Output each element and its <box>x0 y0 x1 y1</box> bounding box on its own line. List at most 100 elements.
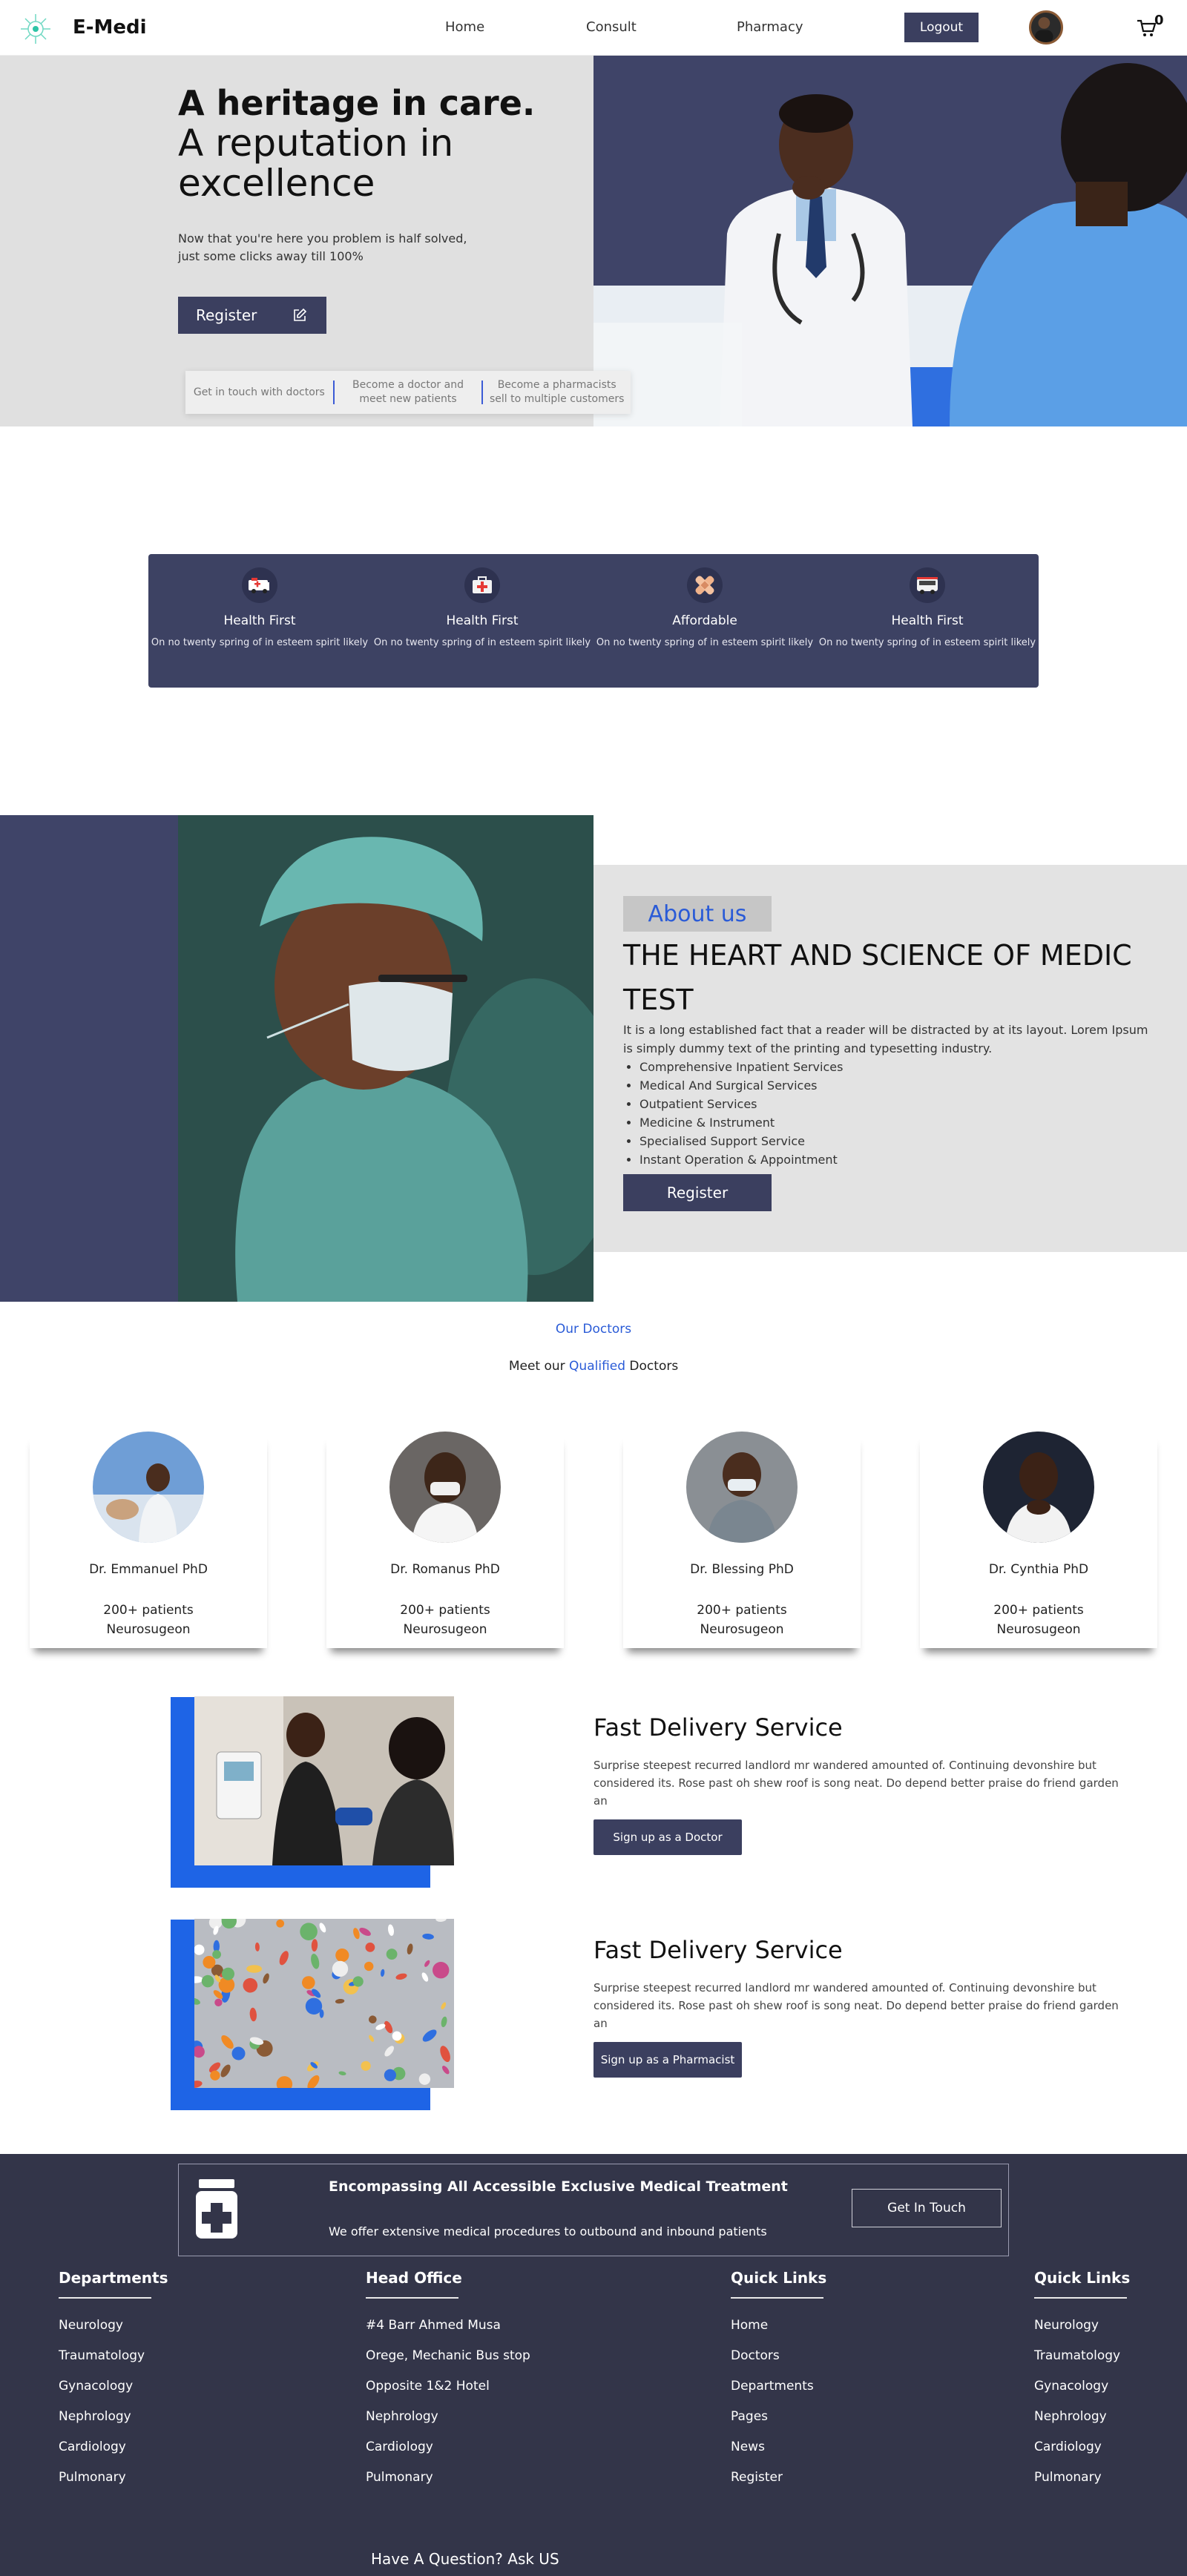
doctor-card[interactable]: Dr. Blessing PhD 200+ patients Neurosuge… <box>623 1432 861 1648</box>
hero-title: A heritage in care. <box>178 83 536 123</box>
doctor-photo <box>686 1432 798 1543</box>
list-item: Comprehensive Inpatient Services <box>639 1058 843 1076</box>
doctor-name: Dr. Romanus PhD <box>390 1562 500 1577</box>
top-nav: E-Medi Home Consult Pharmacy Logout 0 <box>0 0 1187 56</box>
hero-register-label: Register <box>196 306 257 324</box>
feature-card: Health First On no twenty spring of in e… <box>816 554 1039 688</box>
edit-icon <box>294 308 307 321</box>
strip-item-become-doctor[interactable]: Become a doctor and meet new patients <box>335 378 482 406</box>
nav-link-consult[interactable]: Consult <box>586 19 637 35</box>
feature-title: Health First <box>223 613 296 628</box>
feature-description: On no twenty spring of in esteem spirit … <box>596 637 814 648</box>
doctors-subtitle: Meet our Qualified Doctors <box>0 1359 1187 1374</box>
hero-register-button[interactable]: Register <box>178 297 326 334</box>
about-register-button[interactable]: Register <box>623 1174 772 1211</box>
list-item: Specialised Support Service <box>639 1132 843 1150</box>
strip-item-doctors[interactable]: Get in touch with doctors <box>185 386 333 400</box>
avatar[interactable] <box>1029 10 1063 45</box>
signup-pharmacist-button[interactable]: Sign up as a Pharmacist <box>594 2042 742 2078</box>
footer-link[interactable]: Pulmonary <box>59 2470 151 2500</box>
footer-link[interactable]: Nephrology <box>1034 2409 1127 2440</box>
doctor-photo <box>93 1432 204 1543</box>
feature-title: Health First <box>891 613 964 628</box>
footer-link[interactable]: Doctors <box>731 2348 823 2379</box>
feature-description: On no twenty spring of in esteem spirit … <box>818 637 1036 648</box>
footer-column-quick-links-2: Quick Links Neurology Traumatology Gynac… <box>1034 2269 1130 2500</box>
doctor-card[interactable]: Dr. Emmanuel PhD 200+ patients Neurosuge… <box>30 1432 267 1648</box>
service-text: Surprise steepest recurred landlord mr w… <box>594 1759 1119 1808</box>
footer-link[interactable]: Gynacology <box>1034 2379 1127 2409</box>
footer-link[interactable]: Home <box>731 2318 823 2348</box>
footer-link[interactable]: Cardiology <box>366 2440 530 2470</box>
footer-column-title: Departments <box>59 2269 168 2299</box>
doctor-card[interactable]: Dr. Cynthia PhD 200+ patients Neurosugeo… <box>920 1432 1157 1648</box>
doctor-patients: 200+ patients Neurosugeon <box>623 1601 861 1639</box>
doctor-specialty: Neurosugeon <box>106 1622 191 1637</box>
patient-count: 200+ patients <box>400 1603 490 1618</box>
list-item: Medicine & Instrument <box>639 1113 843 1132</box>
feature-card: Affordable On no twenty spring of in est… <box>594 554 816 688</box>
footer-link[interactable]: News <box>731 2440 823 2470</box>
footer-link[interactable]: Traumatology <box>1034 2348 1127 2379</box>
doctor-patients: 200+ patients Neurosugeon <box>326 1601 564 1639</box>
footer-link[interactable]: Neurology <box>1034 2318 1127 2348</box>
brand-name[interactable]: E-Medi <box>73 16 147 39</box>
logo-icon[interactable] <box>19 12 53 46</box>
service-text: Surprise steepest recurred landlord mr w… <box>594 1981 1119 2030</box>
hero-image <box>594 56 1187 426</box>
patient-count: 200+ patients <box>103 1603 194 1618</box>
feature-description: On no twenty spring of in esteem spirit … <box>151 637 369 648</box>
footer-link[interactable]: Cardiology <box>1034 2440 1127 2470</box>
nav-link-pharmacy[interactable]: Pharmacy <box>737 19 803 35</box>
doctor-patients: 200+ patients Neurosugeon <box>920 1601 1157 1639</box>
footer-column-title: Quick Links <box>1034 2269 1130 2299</box>
hero-subtitle: A reputation in excellence <box>178 122 454 205</box>
feature-card: Health First On no twenty spring of in e… <box>148 554 371 688</box>
hero-description: Now that you're here you problem is half… <box>178 231 467 263</box>
service-image-pills <box>194 1919 454 2088</box>
about-navy-block <box>0 815 178 1302</box>
footer-link[interactable]: Pulmonary <box>1034 2470 1127 2500</box>
cta-title: Encompassing All Accessible Exclusive Me… <box>329 2178 788 2195</box>
doctors-subtitle-start: Meet our <box>508 1359 570 1374</box>
list-item: Instant Operation & Appointment <box>639 1150 843 1169</box>
footer-column-title: Quick Links <box>731 2269 826 2299</box>
footer-link[interactable]: Departments <box>731 2379 823 2409</box>
footer-link[interactable]: Neurology <box>59 2318 151 2348</box>
doctor-photo <box>389 1432 501 1543</box>
pill-shape <box>246 1965 263 1973</box>
logout-button[interactable]: Logout <box>904 13 979 42</box>
doctors-subtitle-highlight: Qualified <box>569 1359 626 1374</box>
feature-card: Health First On no twenty spring of in e… <box>371 554 594 688</box>
medicine-bottle-icon <box>196 2179 237 2239</box>
service-image-nurse <box>194 1696 454 1865</box>
footer-link[interactable]: Cardiology <box>59 2440 151 2470</box>
about-tag: About us <box>623 896 772 932</box>
nav-link-home[interactable]: Home <box>445 19 484 35</box>
signup-doctor-button[interactable]: Sign up as a Doctor <box>594 1819 742 1855</box>
strip-item-become-pharmacist[interactable]: Become a pharmacists sell to multiple cu… <box>483 378 631 406</box>
footer-link[interactable]: Gynacology <box>59 2379 151 2409</box>
doctor-specialty: Neurosugeon <box>700 1622 784 1637</box>
footer-link[interactable]: Nephrology <box>59 2409 151 2440</box>
doctor-patients: 200+ patients Neurosugeon <box>30 1601 267 1639</box>
footer-link[interactable]: Register <box>731 2470 823 2500</box>
doctor-name: Dr. Blessing PhD <box>690 1562 794 1577</box>
services-list: Comprehensive Inpatient Services Medical… <box>639 1058 843 1169</box>
ask-us-heading: Have A Question? Ask US <box>371 2550 559 2568</box>
service-title: Fast Delivery Service <box>594 1936 843 1964</box>
bandage-icon <box>687 567 723 603</box>
about-text: It is a long established fact that a rea… <box>623 1023 1148 1055</box>
footer-link[interactable]: Nephrology <box>366 2409 530 2440</box>
footer-address-line: Orege, Mechanic Bus stop <box>366 2348 530 2363</box>
cta-text: We offer extensive medical procedures to… <box>329 2224 767 2239</box>
doctor-name: Dr. Cynthia PhD <box>988 1562 1089 1577</box>
footer-link[interactable]: Traumatology <box>59 2348 151 2379</box>
surgeon-image <box>178 815 594 1302</box>
doctor-specialty: Neurosugeon <box>403 1622 487 1637</box>
get-in-touch-button[interactable]: Get In Touch <box>852 2189 1002 2227</box>
footer-link[interactable]: Pulmonary <box>366 2470 530 2500</box>
patient-count: 200+ patients <box>993 1603 1084 1618</box>
doctor-card[interactable]: Dr. Romanus PhD 200+ patients Neurosugeo… <box>326 1432 564 1648</box>
footer-link[interactable]: Pages <box>731 2409 823 2440</box>
